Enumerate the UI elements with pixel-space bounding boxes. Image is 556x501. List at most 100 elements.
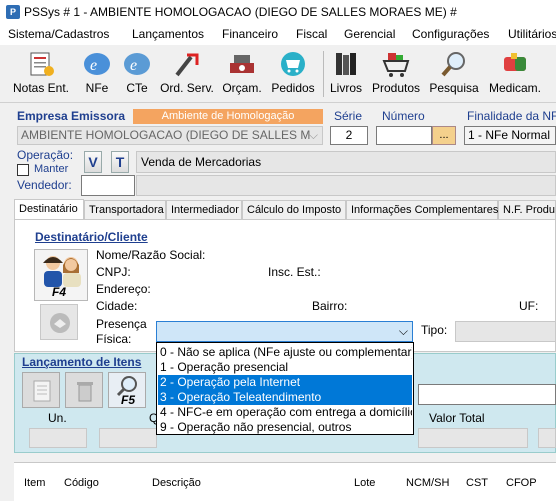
tab-intermediador[interactable]: Intermediador [166, 200, 242, 220]
grid-col-item[interactable]: Item [24, 477, 45, 489]
finalidade-select[interactable]: 1 - NFe Normal [464, 126, 556, 145]
menu-financeiro[interactable]: Financeiro [222, 27, 278, 41]
cte-icon: e [124, 53, 150, 75]
cliente-search-button[interactable]: F4 [34, 249, 88, 301]
presenca-option-3[interactable]: 3 - Operação Teleatendimento [158, 390, 412, 405]
toolbar-orcamento-button[interactable]: Orçam. [220, 49, 264, 101]
tab-informacoes-complementares[interactable]: Informações Complementares [346, 200, 498, 220]
toolbar-pedidos-button[interactable]: Pedidos [270, 49, 316, 101]
endereco-label: Endereço: [96, 282, 151, 296]
presenca-option-9[interactable]: 9 - Operação não presencial, outros [158, 420, 412, 435]
presenca-option-0[interactable]: 0 - Não se aplica (NFe ajuste ou complem… [158, 345, 412, 360]
tipo-select[interactable] [455, 321, 556, 342]
serie-input[interactable]: 2 [330, 126, 368, 145]
window-title: PSSys # 1 - AMBIENTE HOMOLOGACAO (DIEGO … [24, 5, 457, 19]
numero-input[interactable] [376, 126, 432, 145]
svg-text:e: e [90, 57, 97, 74]
empresa-emissora-label: Empresa Emissora [17, 109, 126, 123]
tipo-label: Tipo: [421, 323, 448, 337]
svg-text:e: e [130, 57, 137, 74]
produtos-cart-icon [382, 53, 410, 77]
orcamento-icon [230, 55, 254, 73]
toolbar-nfe-button[interactable]: e NFe [80, 49, 114, 101]
lancamento-itens-title: Lançamento de Itens [22, 355, 142, 369]
operacao-t-button[interactable]: T [111, 151, 129, 173]
cliente-secondary-button[interactable] [40, 304, 78, 340]
vendedor-input[interactable] [81, 175, 135, 196]
cnpj-label: CNPJ: [96, 265, 131, 279]
presenca-option-1[interactable]: 1 - Operação presencial [158, 360, 412, 375]
document-icon [33, 380, 51, 402]
tab-transportadora[interactable]: Transportadora [84, 200, 166, 220]
grid-col-descricao[interactable]: Descrição [152, 477, 201, 489]
un-label: Un. [48, 411, 67, 425]
tab-calculo-imposto[interactable]: Cálculo do Imposto [242, 200, 346, 220]
toolbar: Notas Ent. e NFe e CTe Ord. Serv. Orçam.… [0, 45, 556, 103]
users-icon [43, 256, 81, 287]
vendedor-label: Vendedor: [17, 178, 72, 192]
grid-col-ncm-sh[interactable]: NCM/SH [406, 477, 449, 489]
presenca-option-2[interactable]: 2 - Operação pela Internet [158, 375, 412, 390]
presenca-fisica-dropdown: 0 - Não se aplica (NFe ajuste ou complem… [156, 342, 414, 435]
numero-label: Número [382, 109, 425, 123]
manter-label: Manter [34, 163, 69, 175]
destinatario-section-title[interactable]: Destinatário/Cliente [35, 230, 148, 244]
nfe-icon: e [84, 53, 110, 75]
uf-label: UF: [519, 299, 539, 313]
lanc-delete-button[interactable] [65, 372, 103, 408]
toolbar-separator [323, 51, 324, 97]
f5-shortcut-label: F5 [121, 393, 136, 407]
presenca-fisica-select[interactable]: ⌵ [156, 321, 413, 342]
items-grid: Item Código Descrição Lote NCM/SH CST CF… [14, 462, 556, 501]
operacao-v-button[interactable]: V [84, 151, 102, 173]
tab-nf-produtor[interactable]: N.F. Produtor [498, 200, 556, 220]
notas-entrada-icon [30, 52, 54, 76]
menu-gerencial[interactable]: Gerencial [344, 27, 395, 41]
valor-total-input[interactable] [418, 428, 528, 448]
toolbar-livros-button[interactable]: Livros [328, 49, 364, 101]
pesquisa-magnifier-icon [441, 52, 465, 77]
chevron-down-icon: ⌵ [308, 128, 318, 142]
grid-col-codigo[interactable]: Código [64, 477, 99, 489]
grid-col-lote[interactable]: Lote [354, 477, 375, 489]
chevron-down-icon: ⌵ [398, 324, 408, 338]
ordem-servico-icon [175, 53, 199, 77]
toolbar-pesquisa-button[interactable]: Pesquisa [428, 49, 480, 101]
item-search-input[interactable] [418, 384, 556, 405]
livros-icon [336, 53, 356, 75]
lanc-search-button[interactable]: F5 [108, 372, 146, 408]
operacao-field[interactable]: Venda de Mercadorias [136, 151, 556, 173]
toolbar-ordem-servico-button[interactable]: Ord. Serv. [158, 49, 216, 101]
extra-input[interactable] [538, 428, 556, 448]
tab-destinatario[interactable]: Destinatário [14, 199, 84, 221]
presenca-fisica-label: Presença Física: [96, 317, 147, 346]
trash-icon [77, 382, 93, 402]
quantidade-input[interactable] [99, 428, 157, 448]
manter-checkbox[interactable] [17, 164, 29, 176]
bairro-label: Bairro: [312, 299, 348, 313]
grid-col-cst[interactable]: CST [466, 477, 488, 489]
un-input[interactable] [29, 428, 87, 448]
tabs: Destinatário Transportadora Intermediado… [14, 199, 556, 221]
menu-bar: Sistema/Cadastros Lançamentos Financeiro… [0, 24, 556, 45]
finalidade-label: Finalidade da NFe [467, 109, 556, 123]
toolbar-cte-button[interactable]: e CTe [120, 49, 154, 101]
app-icon: P [6, 5, 20, 19]
toolbar-notas-entrada-button[interactable]: Notas Ent. [12, 49, 70, 101]
insc-est-label: Insc. Est.: [268, 265, 321, 279]
menu-fiscal[interactable]: Fiscal [296, 27, 327, 41]
menu-lancamentos[interactable]: Lançamentos [132, 27, 204, 41]
lanc-document-button[interactable] [22, 372, 60, 408]
handshake-icon [50, 313, 70, 333]
menu-sistema-cadastros[interactable]: Sistema/Cadastros [8, 27, 109, 41]
numero-lookup-button[interactable]: ... [432, 126, 456, 145]
ambiente-homologacao-badge: Ambiente de Homologação [133, 109, 323, 124]
menu-utilitarios[interactable]: Utilitários [508, 27, 556, 41]
f4-shortcut-label: F4 [52, 285, 67, 299]
toolbar-medicamentos-button[interactable]: Medicam. [486, 49, 544, 101]
presenca-option-4[interactable]: 4 - NFC-e em operação com entrega a domi… [158, 405, 412, 420]
empresa-emissora-select[interactable]: AMBIENTE HOMOLOGACAO (DIEGO DE SALLES M … [17, 126, 323, 145]
grid-col-cfop[interactable]: CFOP [506, 477, 537, 489]
toolbar-produtos-button[interactable]: Produtos [370, 49, 422, 101]
menu-configuracoes[interactable]: Configurações [412, 27, 489, 41]
